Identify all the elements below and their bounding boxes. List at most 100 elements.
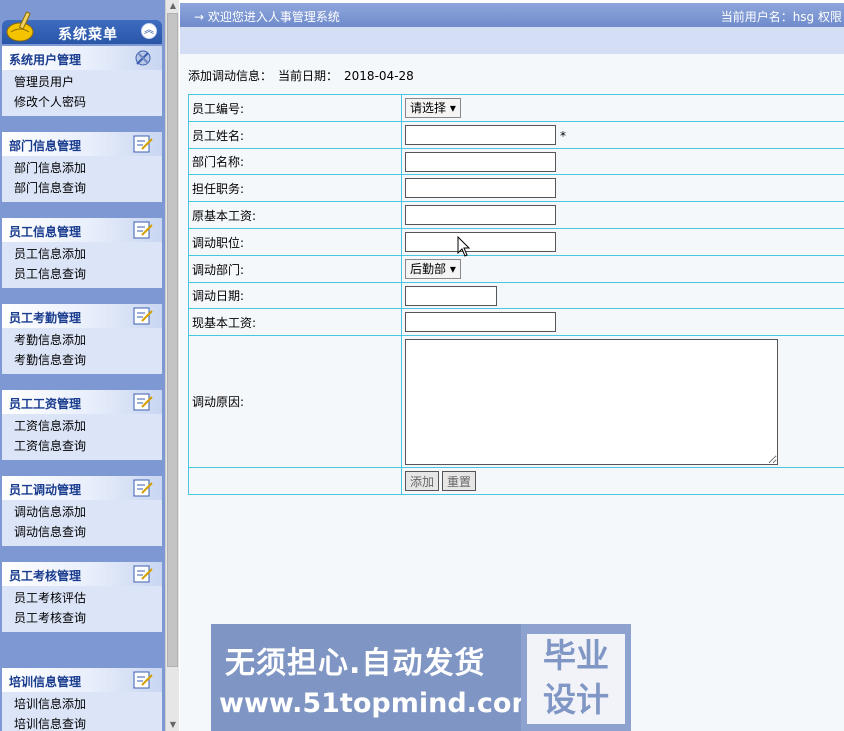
department-name-input[interactable] — [405, 151, 556, 172]
new-department-select[interactable]: 后勤部 ▾ — [405, 259, 461, 279]
new-department-label: 调动部门: — [188, 255, 402, 283]
watermark-badge: 毕业 设计 — [527, 634, 625, 724]
menu-item-admin-users[interactable]: 管理员用户 — [2, 72, 162, 92]
form-cell: 后勤部 ▾ — [401, 255, 844, 283]
menu-item-transfer-add[interactable]: 调动信息添加 — [2, 502, 162, 522]
form-row: 调动部门: 后勤部 ▾ — [188, 255, 844, 283]
menu-group-header[interactable]: 培训信息管理 — [2, 668, 162, 692]
form-row: 员工姓名: * — [188, 121, 844, 149]
original-salary-label: 原基本工资: — [188, 201, 402, 229]
form-row: 现基本工资: — [188, 308, 844, 336]
mouse-pointer-icon — [457, 236, 471, 257]
watermark-right: 毕业 设计 — [521, 624, 631, 731]
menu-group-title[interactable]: 员工考核管理 — [9, 567, 81, 584]
badge-line-1: 毕业 — [543, 636, 609, 675]
add-button[interactable]: 添加 — [405, 471, 440, 491]
form-row: 部门名称: — [188, 148, 844, 175]
menu-group-title[interactable]: 员工信息管理 — [9, 223, 81, 240]
form-cell: 请选择 ▾ — [401, 94, 844, 122]
menu-group-title[interactable]: 员工工资管理 — [9, 395, 81, 412]
menu-group-header[interactable]: 员工考勤管理 — [2, 304, 162, 328]
menu-group-title[interactable]: 员工考勤管理 — [9, 309, 81, 326]
reason-label: 调动原因: — [188, 335, 402, 468]
form-heading: 添加调动信息： — [188, 69, 273, 83]
menu-group-header[interactable]: 员工工资管理 — [2, 390, 162, 414]
menu-item-employee-add[interactable]: 员工信息添加 — [2, 244, 162, 264]
transfer-date-input[interactable] — [405, 285, 497, 306]
menu-item-department-query[interactable]: 部门信息查询 — [2, 178, 162, 198]
menu-group-items: 考勤信息添加 考勤信息查询 — [2, 328, 162, 374]
menu-group-header[interactable]: 部门信息管理 — [2, 132, 162, 156]
scroll-up-arrow-icon[interactable]: ▲ — [166, 0, 180, 12]
menu-item-assessment-query[interactable]: 员工考核查询 — [2, 608, 162, 628]
menu-group-title[interactable]: 员工调动管理 — [9, 481, 81, 498]
menu-item-salary-add[interactable]: 工资信息添加 — [2, 416, 162, 436]
menu-group-header[interactable]: 员工信息管理 — [2, 218, 162, 242]
menu-group-header[interactable]: 员工调动管理 — [2, 476, 162, 500]
form-info-line: 添加调动信息： 当前日期： 2018-04-28 — [188, 67, 420, 84]
menu-item-assessment-evaluate[interactable]: 员工考核评估 — [2, 588, 162, 608]
reason-textarea[interactable] — [405, 338, 778, 465]
reset-button[interactable]: 重置 — [442, 471, 477, 491]
current-salary-input[interactable] — [405, 312, 556, 332]
menu-group-items: 员工信息添加 员工信息查询 — [2, 242, 162, 288]
form-cell: 添加 重置 — [401, 467, 844, 495]
menu-group-attendance: 员工考勤管理 考勤信息添加 考勤信息查询 — [2, 304, 162, 374]
menu-item-employee-query[interactable]: 员工信息查询 — [2, 264, 162, 284]
empty-cell — [188, 467, 402, 495]
menu-group-department: 部门信息管理 部门信息添加 部门信息查询 — [2, 132, 162, 202]
form-row: 员工编号: 请选择 ▾ — [188, 94, 844, 122]
collapse-menu-icon[interactable]: ︽ — [141, 23, 157, 39]
employee-id-select[interactable]: 请选择 ▾ — [405, 98, 461, 118]
welcome-text: → 欢迎您进入人事管理系统 — [194, 10, 340, 24]
form-row: 添加 重置 — [188, 467, 844, 495]
watermark-banner: 无须担心.自动发货 www.51topmind.com 毕业 设计 — [211, 624, 631, 731]
menu-group-header[interactable]: 系统用户管理 — [2, 46, 162, 70]
edit-note-icon — [133, 307, 153, 325]
transfer-date-label: 调动日期: — [188, 282, 402, 309]
menu-group-title[interactable]: 培训信息管理 — [9, 673, 81, 690]
form-cell — [401, 174, 844, 202]
original-salary-input[interactable] — [405, 205, 556, 225]
new-position-label: 调动职位: — [188, 228, 402, 256]
menu-group-items: 调动信息添加 调动信息查询 — [2, 500, 162, 546]
edit-note-icon — [133, 221, 153, 239]
employee-name-label: 员工姓名: — [188, 121, 402, 149]
menu-group-header[interactable]: 员工考核管理 — [2, 562, 162, 586]
menu-group-title[interactable]: 部门信息管理 — [9, 137, 81, 154]
current-user-info: 当前用户名：hsg 权限 — [720, 10, 842, 24]
watermark-left: 无须担心.自动发货 www.51topmind.com — [211, 624, 540, 731]
form-cell — [401, 308, 844, 336]
position-label: 担任职务: — [188, 174, 402, 202]
menu-group-items: 部门信息添加 部门信息查询 — [2, 156, 162, 202]
tools-icon — [135, 50, 151, 66]
scroll-thumb[interactable] — [167, 13, 178, 667]
menu-group-title[interactable]: 系统用户管理 — [9, 51, 81, 68]
menu-group-items: 培训信息添加 培训信息查询 — [2, 692, 162, 731]
current-date: 2018-04-28 — [344, 69, 414, 83]
menu-item-salary-query[interactable]: 工资信息查询 — [2, 436, 162, 456]
menu-item-training-query[interactable]: 培训信息查询 — [2, 714, 162, 731]
menu-group-training: 培训信息管理 培训信息添加 培训信息查询 — [2, 668, 162, 731]
menu-item-attendance-query[interactable]: 考勤信息查询 — [2, 350, 162, 370]
form-row: 担任职务: — [188, 174, 844, 202]
menu-item-department-add[interactable]: 部门信息添加 — [2, 158, 162, 178]
scroll-down-arrow-icon[interactable]: ▼ — [166, 719, 180, 731]
date-label: 当前日期： — [278, 69, 339, 83]
position-input[interactable] — [405, 178, 556, 198]
form-cell — [401, 335, 844, 468]
form-row: 调动日期: — [188, 282, 844, 309]
employee-name-input[interactable] — [405, 125, 556, 145]
watermark-slogan: 无须担心.自动发货 — [225, 646, 486, 681]
menu-item-attendance-add[interactable]: 考勤信息添加 — [2, 330, 162, 350]
badge-line-2: 设计 — [543, 680, 609, 719]
form-cell: * — [401, 121, 844, 149]
transfer-form-table: 员工编号: 请选择 ▾ 员工姓名: * 部门名称: 担任职务: 原基本工资: 调… — [188, 94, 844, 495]
menu-item-change-password[interactable]: 修改个人密码 — [2, 92, 162, 112]
menu-item-training-add[interactable]: 培训信息添加 — [2, 694, 162, 714]
new-position-input[interactable] — [405, 232, 556, 252]
menu-group-salary: 员工工资管理 工资信息添加 工资信息查询 — [2, 390, 162, 460]
sub-header-bar — [180, 27, 844, 54]
menu-item-transfer-query[interactable]: 调动信息查询 — [2, 522, 162, 542]
menu-scrollbar[interactable]: ▲ ▼ — [165, 0, 179, 731]
